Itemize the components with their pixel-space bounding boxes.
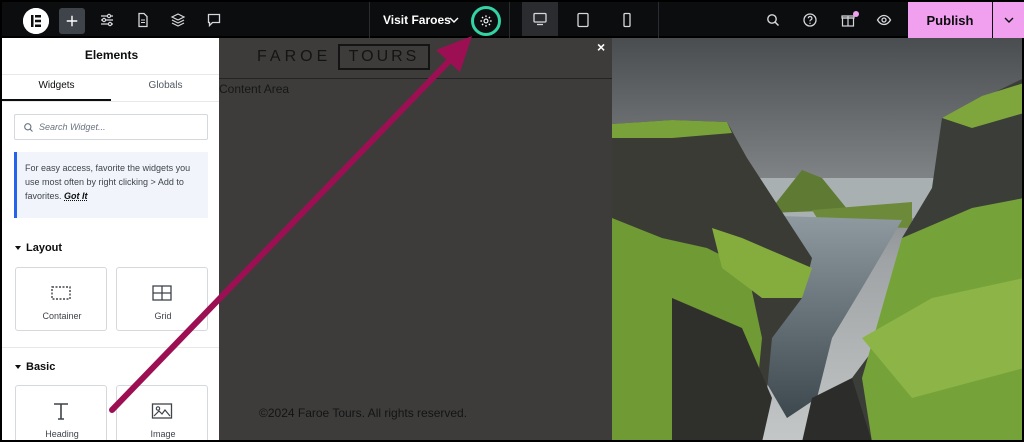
search-icon <box>767 14 780 27</box>
widget-heading[interactable]: Heading <box>15 385 107 440</box>
chevron-down-icon <box>1004 17 1013 23</box>
image-icon <box>151 403 173 419</box>
plus-icon <box>66 15 78 27</box>
gear-icon <box>480 15 492 27</box>
layers-icon <box>170 13 186 27</box>
tab-widgets[interactable]: Widgets <box>2 80 111 91</box>
page-settings-button[interactable] <box>471 6 501 36</box>
widget-label: Container <box>42 311 82 321</box>
panel-divider <box>2 101 219 102</box>
widget-search-box <box>14 114 208 140</box>
editor-canvas[interactable]: FAROE TOURS × Content Area ©2024 Faroe T… <box>219 38 612 442</box>
site-logo-text: FAROE <box>257 48 332 65</box>
tip-text: For easy access, favorite the widgets yo… <box>25 163 191 201</box>
chevron-down-icon[interactable] <box>448 14 460 26</box>
topbar-divider <box>369 2 370 40</box>
document-icon <box>138 12 148 28</box>
topbar-divider <box>509 2 510 40</box>
panel-divider <box>2 347 219 348</box>
widget-container[interactable]: Container <box>15 267 107 331</box>
tablet-icon <box>577 12 589 28</box>
top-bar: Visit Faroes Publish <box>0 0 1024 40</box>
page-title[interactable]: Visit Faroes <box>383 13 451 27</box>
widget-label: Grid <box>154 311 172 321</box>
publish-options-button[interactable] <box>993 2 1024 38</box>
eye-icon <box>876 14 892 26</box>
grid-icon <box>152 285 172 301</box>
widget-label: Heading <box>45 429 79 439</box>
panel-divider <box>2 74 219 75</box>
section-title-label: Layout <box>26 242 63 254</box>
search-icon <box>24 123 33 132</box>
search-button[interactable] <box>760 7 786 33</box>
notification-dot <box>853 11 859 17</box>
preview-button[interactable] <box>871 7 897 33</box>
section-title-basic[interactable]: Basic <box>15 361 55 373</box>
add-element-button[interactable] <box>59 8 85 34</box>
elementor-logo-icon[interactable] <box>23 8 49 34</box>
site-settings-sliders-button[interactable] <box>94 7 120 33</box>
widget-grid[interactable]: Grid <box>116 267 208 331</box>
comment-icon <box>207 13 221 28</box>
content-area-label: Content Area <box>219 82 290 96</box>
section-title-label: Basic <box>26 361 56 373</box>
page-document-button[interactable] <box>130 7 156 33</box>
container-icon <box>51 286 71 300</box>
tip-got-it-link[interactable]: Got It <box>64 191 88 201</box>
footer-copyright: ©2024 Faroe Tours. All rights reserved. <box>259 406 468 420</box>
desktop-icon <box>533 12 547 26</box>
help-button[interactable] <box>797 7 823 33</box>
close-icon[interactable]: × <box>597 39 605 55</box>
mobile-view-button[interactable] <box>614 7 640 33</box>
section-title-layout[interactable]: Layout <box>15 242 62 254</box>
favorites-tip: For easy access, favorite the widgets yo… <box>14 152 208 218</box>
widget-search-input[interactable] <box>39 119 199 135</box>
mobile-icon <box>623 12 631 28</box>
faroe-landscape-image <box>612 38 1024 442</box>
widget-image[interactable]: Image <box>116 385 208 440</box>
comments-button[interactable] <box>201 7 227 33</box>
panel-title: Elements <box>84 48 139 62</box>
header-divider <box>219 78 612 79</box>
elements-panel: Elements Widgets Globals For easy access… <box>0 38 219 442</box>
sliders-icon <box>101 13 113 27</box>
help-icon <box>803 13 817 27</box>
publish-button[interactable]: Publish <box>908 2 992 38</box>
heading-icon <box>54 403 68 420</box>
tab-globals[interactable]: Globals <box>111 80 219 91</box>
desktop-view-button[interactable] <box>522 2 558 36</box>
widget-label: Image <box>150 429 176 439</box>
structure-layers-button[interactable] <box>165 7 191 33</box>
tablet-view-button[interactable] <box>570 7 596 33</box>
topbar-divider <box>658 2 659 40</box>
site-logo-boxed-text: TOURS <box>338 44 430 70</box>
